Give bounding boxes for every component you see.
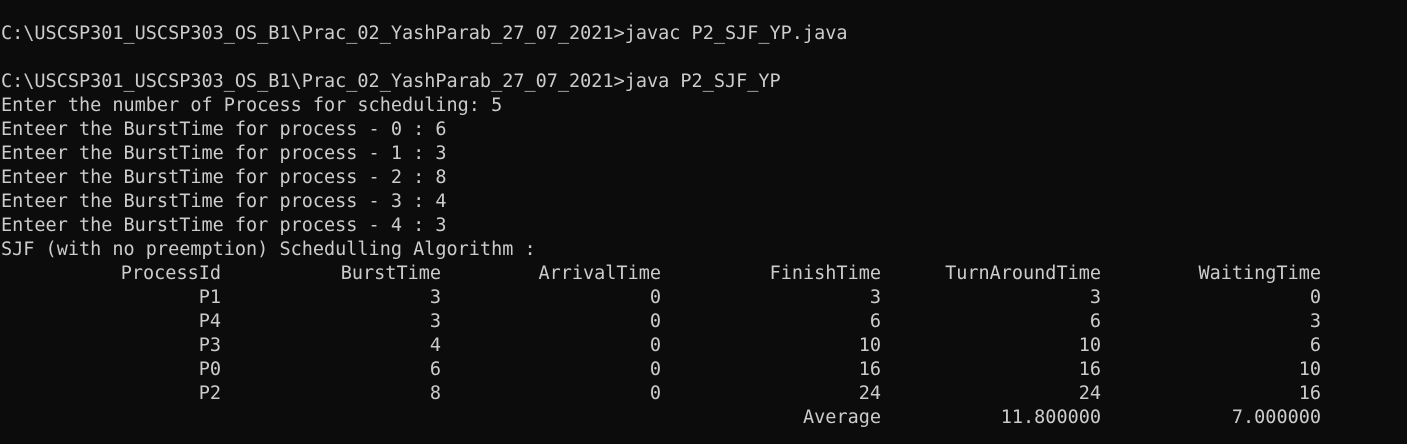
cell-finish-time: 6 xyxy=(869,311,881,332)
cell-finish-time: 24 xyxy=(858,383,881,404)
cell-waiting-time: 10 xyxy=(1298,359,1321,380)
cell-burst-time: 4 xyxy=(429,335,441,356)
header-process-id: ProcessId xyxy=(120,263,221,284)
cell-finish-time: 10 xyxy=(858,335,881,356)
cell-waiting-time: 16 xyxy=(1298,383,1321,404)
console-window[interactable]: C:\USCSP301_USCSP303_OS_B1\Prac_02_YashP… xyxy=(0,0,1407,444)
cell-process-id: P0 xyxy=(198,359,221,380)
cell-waiting-time: 3 xyxy=(1309,311,1321,332)
header-waiting-time: WaitingTime xyxy=(1198,263,1321,284)
cell-burst-time: 6 xyxy=(429,359,441,380)
cell-burst-time: 8 xyxy=(429,383,441,404)
cell-turnaround-time: 3 xyxy=(1089,287,1101,308)
cell-waiting-time: 0 xyxy=(1309,287,1321,308)
console-line-algorithm-title: SJF (with no preemption) Schedulling Alg… xyxy=(1,239,536,260)
console-line-burst-p3: Enteer the BurstTime for process - 3 : 4 xyxy=(1,191,447,212)
console-line-burst-p1: Enteer the BurstTime for process - 1 : 3 xyxy=(1,143,447,164)
cell-turnaround-time: 16 xyxy=(1078,359,1101,380)
cell-arrival-time: 0 xyxy=(649,359,661,380)
cell-burst-time: 3 xyxy=(429,311,441,332)
cell-finish-time: 16 xyxy=(858,359,881,380)
average-waiting-time: 7.000000 xyxy=(1231,407,1321,428)
console-line-javac-command: C:\USCSP301_USCSP303_OS_B1\Prac_02_YashP… xyxy=(1,23,848,44)
console-line-burst-p2: Enteer the BurstTime for process - 2 : 8 xyxy=(1,167,447,188)
cell-arrival-time: 0 xyxy=(649,311,661,332)
console-line-burst-p4: Enteer the BurstTime for process - 4 : 3 xyxy=(1,215,447,236)
header-arrival-time: ArrivalTime xyxy=(538,263,661,284)
cell-process-id: P1 xyxy=(198,287,221,308)
console-line-burst-p0: Enteer the BurstTime for process - 0 : 6 xyxy=(1,119,447,140)
console-line-process-count: Enter the number of Process for scheduli… xyxy=(1,95,503,116)
cell-arrival-time: 0 xyxy=(649,383,661,404)
cell-turnaround-time: 24 xyxy=(1078,383,1101,404)
cell-process-id: P4 xyxy=(198,311,221,332)
cell-burst-time: 3 xyxy=(429,287,441,308)
average-label: Average xyxy=(803,407,881,428)
average-turnaround-time: 11.800000 xyxy=(1000,407,1101,428)
cell-arrival-time: 0 xyxy=(649,335,661,356)
header-turnaround-time: TurnAroundTime xyxy=(945,263,1101,284)
header-burst-time: BurstTime xyxy=(340,263,441,284)
cell-arrival-time: 0 xyxy=(649,287,661,308)
header-finish-time: FinishTime xyxy=(769,263,881,284)
cell-turnaround-time: 6 xyxy=(1089,311,1101,332)
cell-finish-time: 3 xyxy=(869,287,881,308)
cell-process-id: P3 xyxy=(198,335,221,356)
console-line-java-command: C:\USCSP301_USCSP303_OS_B1\Prac_02_YashP… xyxy=(1,71,781,92)
cell-turnaround-time: 10 xyxy=(1078,335,1101,356)
cell-waiting-time: 6 xyxy=(1309,335,1321,356)
cell-process-id: P2 xyxy=(198,383,221,404)
